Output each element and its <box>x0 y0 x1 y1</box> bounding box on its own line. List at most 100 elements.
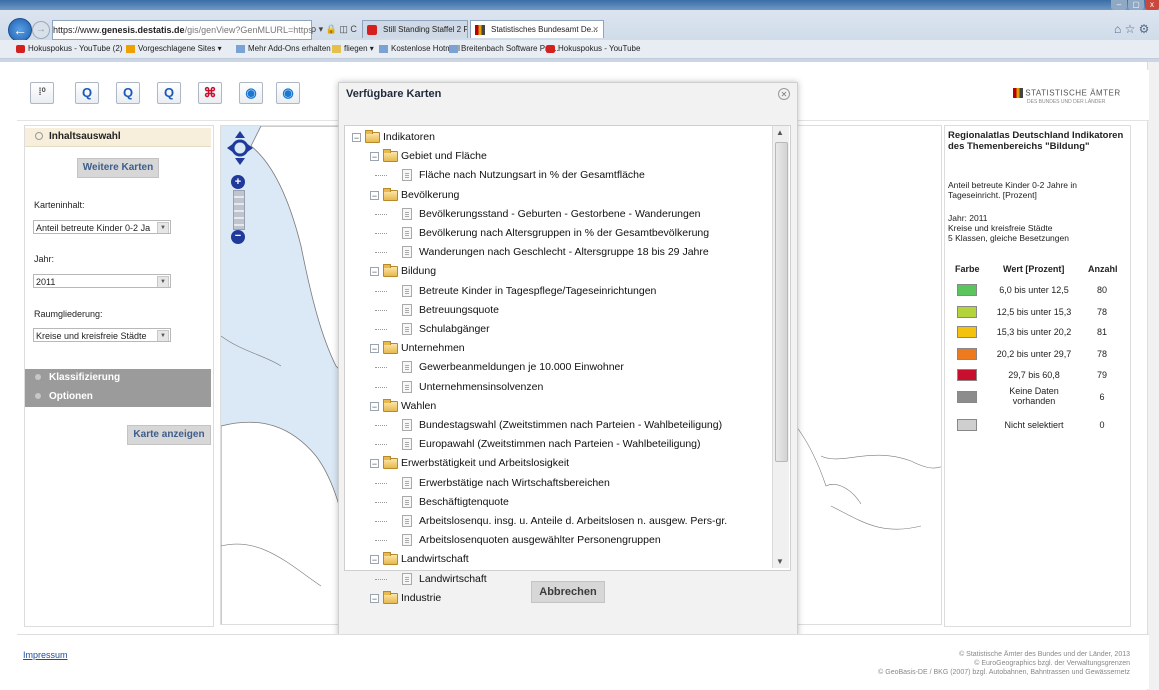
collapse-toggle-icon[interactable]: − <box>370 152 379 162</box>
collapse-toggle-icon[interactable]: − <box>370 344 379 354</box>
karte-anzeigen-button[interactable]: Karte anzeigen <box>127 425 211 445</box>
pan-compass-icon[interactable] <box>226 130 254 166</box>
globe-icon[interactable]: ◉ <box>239 82 263 104</box>
section-title: Inhaltsauswahl <box>49 131 121 142</box>
legend-range: Nicht selektiert <box>1004 420 1064 430</box>
copyright-line: © EuroGeographics bzgl. der Verwaltungsg… <box>974 660 1130 667</box>
zoom-out-icon[interactable]: Q <box>116 82 140 104</box>
globe-info-icon[interactable]: ◉ <box>276 82 300 104</box>
document-icon <box>402 361 412 373</box>
tree-label: Schulabgänger <box>419 323 490 335</box>
collapse-toggle-icon[interactable]: − <box>370 402 379 412</box>
inhaltsauswahl-header[interactable]: Inhaltsauswahl <box>25 128 211 147</box>
tree-connector <box>375 310 387 311</box>
favorite-item[interactable]: Mehr Add-Ons erhalten ▾ <box>236 40 337 58</box>
scroll-up-icon[interactable]: ▲ <box>776 128 784 137</box>
tree-label: Wanderungen nach Geschlecht - Altersgrup… <box>419 246 709 258</box>
tab-destatis[interactable]: Statistisches Bundesamt De... ✕ <box>470 20 604 38</box>
favorite-item[interactable]: Vorgeschlagene Sites ▾ <box>126 40 222 58</box>
close-window-button[interactable]: x <box>1145 0 1159 10</box>
destatis-icon <box>475 25 485 35</box>
tree-label: Beschäftigtenquote <box>419 496 509 508</box>
legend-range: 15,3 bis unter 20,2 <box>996 327 1072 337</box>
tree-connector <box>375 483 387 484</box>
document-icon <box>402 496 412 508</box>
zoom-extent-icon[interactable]: ⌘ <box>198 82 222 104</box>
favorite-label: Vorgeschlagene Sites ▾ <box>138 44 222 53</box>
weitere-karten-button[interactable]: Weitere Karten <box>77 158 159 178</box>
collapse-toggle-icon[interactable]: − <box>370 267 379 277</box>
minimize-button[interactable]: – <box>1111 0 1127 10</box>
zoom-minus-icon[interactable]: − <box>231 230 245 244</box>
tree-label: Betreuungsquote <box>419 304 499 316</box>
tree-connector <box>375 444 387 445</box>
tab-youtube[interactable]: Still Standing Staffel 2 Folge 16... <box>362 20 468 38</box>
tab-label: Statistisches Bundesamt De... <box>491 25 598 34</box>
forward-button[interactable]: → <box>32 21 50 39</box>
expand-icon <box>35 374 41 381</box>
address-bar-icons[interactable]: ρ ▾ 🔒 ◫ C ✕ <box>311 20 361 52</box>
impressum-link[interactable]: Impressum <box>23 650 68 660</box>
legend-count: 78 <box>1096 307 1107 317</box>
optionen-section[interactable]: Optionen <box>25 388 211 406</box>
copyright-line: © GeoBasis-DE / BKG (2007) bzgl. Autobah… <box>878 669 1130 676</box>
tree-connector <box>375 252 387 253</box>
maximize-button[interactable]: ▢ <box>1128 0 1144 10</box>
logo-mark <box>1013 88 1023 98</box>
close-icon[interactable]: ✕ <box>778 88 790 100</box>
legend-count: 6 <box>1099 392 1105 402</box>
favorite-label: Hokuspokus - YouTube (2) <box>28 44 123 53</box>
legend-title: Regionalatlas Deutschland Indikatoren de… <box>948 130 1124 152</box>
page-scrollbar[interactable] <box>1147 62 1159 690</box>
year-label: Jahr: <box>34 254 55 264</box>
tab-label: Still Standing Staffel 2 Folge 16... <box>383 25 468 34</box>
zoom-plus-icon[interactable]: + <box>231 175 245 189</box>
legend-count: 0 <box>1099 420 1105 430</box>
favorite-item[interactable]: Hokuspokus - YouTube (2) <box>16 40 122 58</box>
content-label: Karteninhalt: <box>34 200 85 210</box>
tree-label: Erwerbstätigkeit und Arbeitslosigkeit <box>401 457 570 469</box>
browser-tools-icons[interactable]: ⌂ ☆ ⚙ <box>1114 20 1154 38</box>
close-tab-icon[interactable]: ✕ <box>592 21 599 38</box>
collapse-toggle-icon[interactable]: − <box>370 191 379 201</box>
collapse-toggle-icon[interactable]: − <box>370 555 379 565</box>
zoom-slider[interactable] <box>233 190 245 230</box>
tree-connector <box>375 291 387 292</box>
chevron-down-icon: ▼ <box>157 276 169 287</box>
legend-icon[interactable]: ⁞⁰ <box>30 82 54 104</box>
legend-col-color: Farbe <box>955 264 980 274</box>
collapse-toggle-icon[interactable]: − <box>352 133 361 143</box>
tree-scrollbar[interactable]: ▲ ▼ <box>772 126 789 568</box>
folder-icon <box>383 456 398 469</box>
dialog-title: Verfügbare Karten <box>346 88 442 100</box>
folder-icon <box>332 45 341 53</box>
scroll-down-icon[interactable]: ▼ <box>776 557 784 566</box>
content-select[interactable]: Anteil betreute Kinder 0-2 Ja ▼ <box>33 220 171 234</box>
favorite-item[interactable]: Kostenlose Hotmail <box>379 40 460 58</box>
suggested-sites-icon <box>126 45 135 53</box>
favorite-item[interactable]: Hokuspokus - YouTube <box>546 40 640 58</box>
youtube-icon <box>546 45 555 53</box>
page-icon <box>449 45 458 53</box>
favorite-label: fliegen ▾ <box>344 44 374 53</box>
year-select[interactable]: 2011 ▼ <box>33 274 171 288</box>
back-button[interactable]: ← <box>8 18 32 42</box>
url-host: genesis.destatis.de <box>101 25 185 35</box>
klassifizierung-section[interactable]: Klassifizierung <box>25 369 211 387</box>
collapse-toggle-icon[interactable]: − <box>370 594 379 604</box>
legend-range: Keine Daten vorhanden <box>1009 386 1059 406</box>
logo-text: STATISTISCHE ÄMTER <box>1025 88 1121 98</box>
favorite-item[interactable]: Breitenbach Software Pro... <box>449 40 559 58</box>
region-select[interactable]: Kreise und kreisfreie Städte ▼ <box>33 328 171 342</box>
collapse-toggle-icon[interactable]: − <box>370 459 379 469</box>
abbrechen-button[interactable]: Abbrechen <box>531 581 605 603</box>
scroll-thumb[interactable] <box>775 142 788 462</box>
favorite-item[interactable]: fliegen ▾ <box>332 40 374 58</box>
zoom-in-icon[interactable]: Q <box>75 82 99 104</box>
folder-icon <box>383 149 398 162</box>
collapse-icon <box>35 132 43 141</box>
copyright-line: © Statistische Ämter des Bundes und der … <box>959 651 1130 658</box>
window-titlebar <box>0 0 1159 10</box>
zoom-region-icon[interactable]: Q <box>157 82 181 104</box>
address-bar[interactable]: https://www.genesis.destatis.de/gis/genV… <box>52 20 312 40</box>
